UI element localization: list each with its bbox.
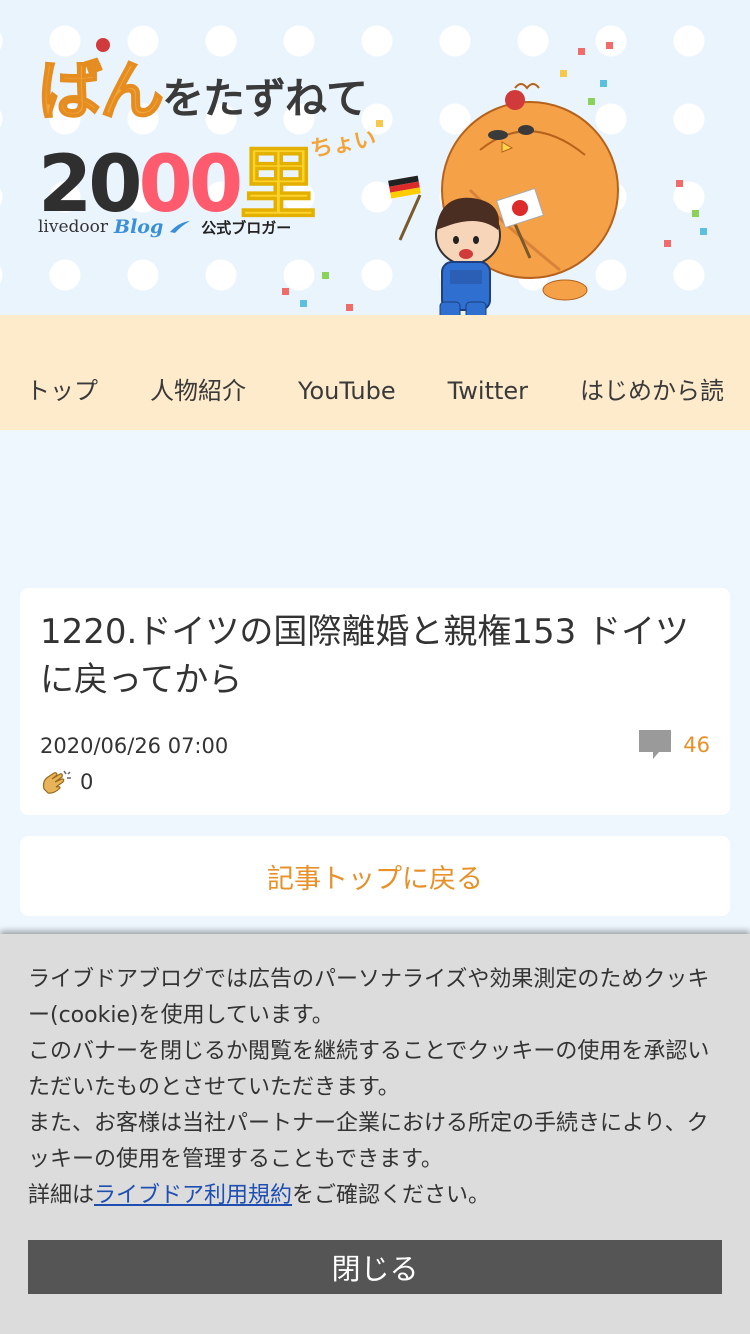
nav-item-top[interactable]: トップ (26, 375, 98, 407)
confetti (282, 288, 289, 295)
clap-button[interactable]: 0 (40, 768, 93, 796)
confetti (322, 272, 329, 279)
blog-wordmark: Blog (114, 216, 164, 238)
livedoor-wordmark: livedoor (38, 217, 109, 237)
cookie-details-prefix: 詳細は (28, 1183, 95, 1208)
confetti (692, 210, 699, 217)
logo-title-line1: ばんをたずねて (37, 40, 368, 132)
official-blogger-label: 公式ブロガー (201, 218, 292, 237)
confetti (300, 300, 307, 307)
logo-dot-decoration (96, 38, 110, 52)
nav-item-youtube[interactable]: YouTube (298, 375, 396, 407)
cookie-details-suffix: をご確認ください。 (292, 1183, 491, 1208)
article-date: 2020/06/26 07:00 (40, 734, 229, 758)
cookie-message: ライブドアブログでは広告のパーソナライズや効果測定のためクッキー(cookie)… (28, 962, 728, 1214)
confetti (560, 70, 567, 77)
cookie-message-line: また、お客様は当社パートナー企業における所定の手続きにより、クッキーの使用を管理… (28, 1111, 709, 1172)
cookie-message-details: 詳細はライブドア利用規約をご確認ください。 (28, 1178, 728, 1214)
logo-ban-text: ばん (37, 54, 165, 130)
clap-icon (42, 770, 71, 794)
blog-logo[interactable]: ばんをたずねて 2000里 ちょい livedoor Blog 公式ブロガー (37, 38, 438, 260)
terms-of-use-link[interactable]: ライブドア利用規約 (94, 1183, 292, 1208)
nav-list: トップ 人物紹介 YouTube Twitter はじめから読 (26, 375, 750, 407)
back-to-article-top-button[interactable]: 記事トップに戻る (20, 836, 730, 916)
blog-swoosh-icon (170, 221, 191, 233)
confetti (578, 48, 585, 55)
close-banner-button[interactable]: 閉じる (28, 1240, 722, 1294)
blog-header[interactable]: ばんをたずねて 2000里 ちょい livedoor Blog 公式ブロガー (0, 0, 750, 315)
nav-item-profile[interactable]: 人物紹介 (150, 375, 246, 407)
article-card: 1220.ドイツの国際離婚と親権153 ドイツに戻ってから 2020/06/26… (20, 588, 730, 815)
header-illustration (388, 83, 619, 315)
confetti (676, 180, 683, 187)
confetti (376, 120, 383, 127)
article-title[interactable]: 1220.ドイツの国際離婚と親権153 ドイツに戻ってから (40, 608, 710, 704)
nav-item-read-from-start[interactable]: はじめから読 (580, 375, 724, 407)
comment-count-link[interactable]: 46 (639, 730, 710, 760)
cookie-message-line: このバナーを閉じるか閲覧を継続することでクッキーの使用を承認いただいたものとさせ… (28, 1039, 710, 1100)
clap-count: 0 (80, 770, 94, 794)
livedoor-blog-badge: livedoor Blog 公式ブロガー (38, 216, 291, 238)
logo-wotazunete-text: をたずねて (162, 74, 368, 123)
comment-count: 46 (683, 733, 710, 757)
confetti (606, 42, 613, 49)
comment-bubble-icon (639, 730, 672, 759)
confetti (600, 80, 607, 87)
cookie-message-line: ライブドアブログでは広告のパーソナライズや効果測定のためクッキー(cookie)… (28, 967, 710, 1028)
nav-item-twitter[interactable]: Twitter (448, 375, 528, 407)
confetti (346, 304, 353, 311)
confetti (700, 228, 707, 235)
global-nav: トップ 人物紹介 YouTube Twitter はじめから読 (0, 315, 750, 430)
confetti (588, 98, 595, 105)
confetti (664, 240, 671, 247)
cookie-consent-banner: ライブドアブログでは広告のパーソナライズや効果測定のためクッキー(cookie)… (0, 934, 750, 1334)
